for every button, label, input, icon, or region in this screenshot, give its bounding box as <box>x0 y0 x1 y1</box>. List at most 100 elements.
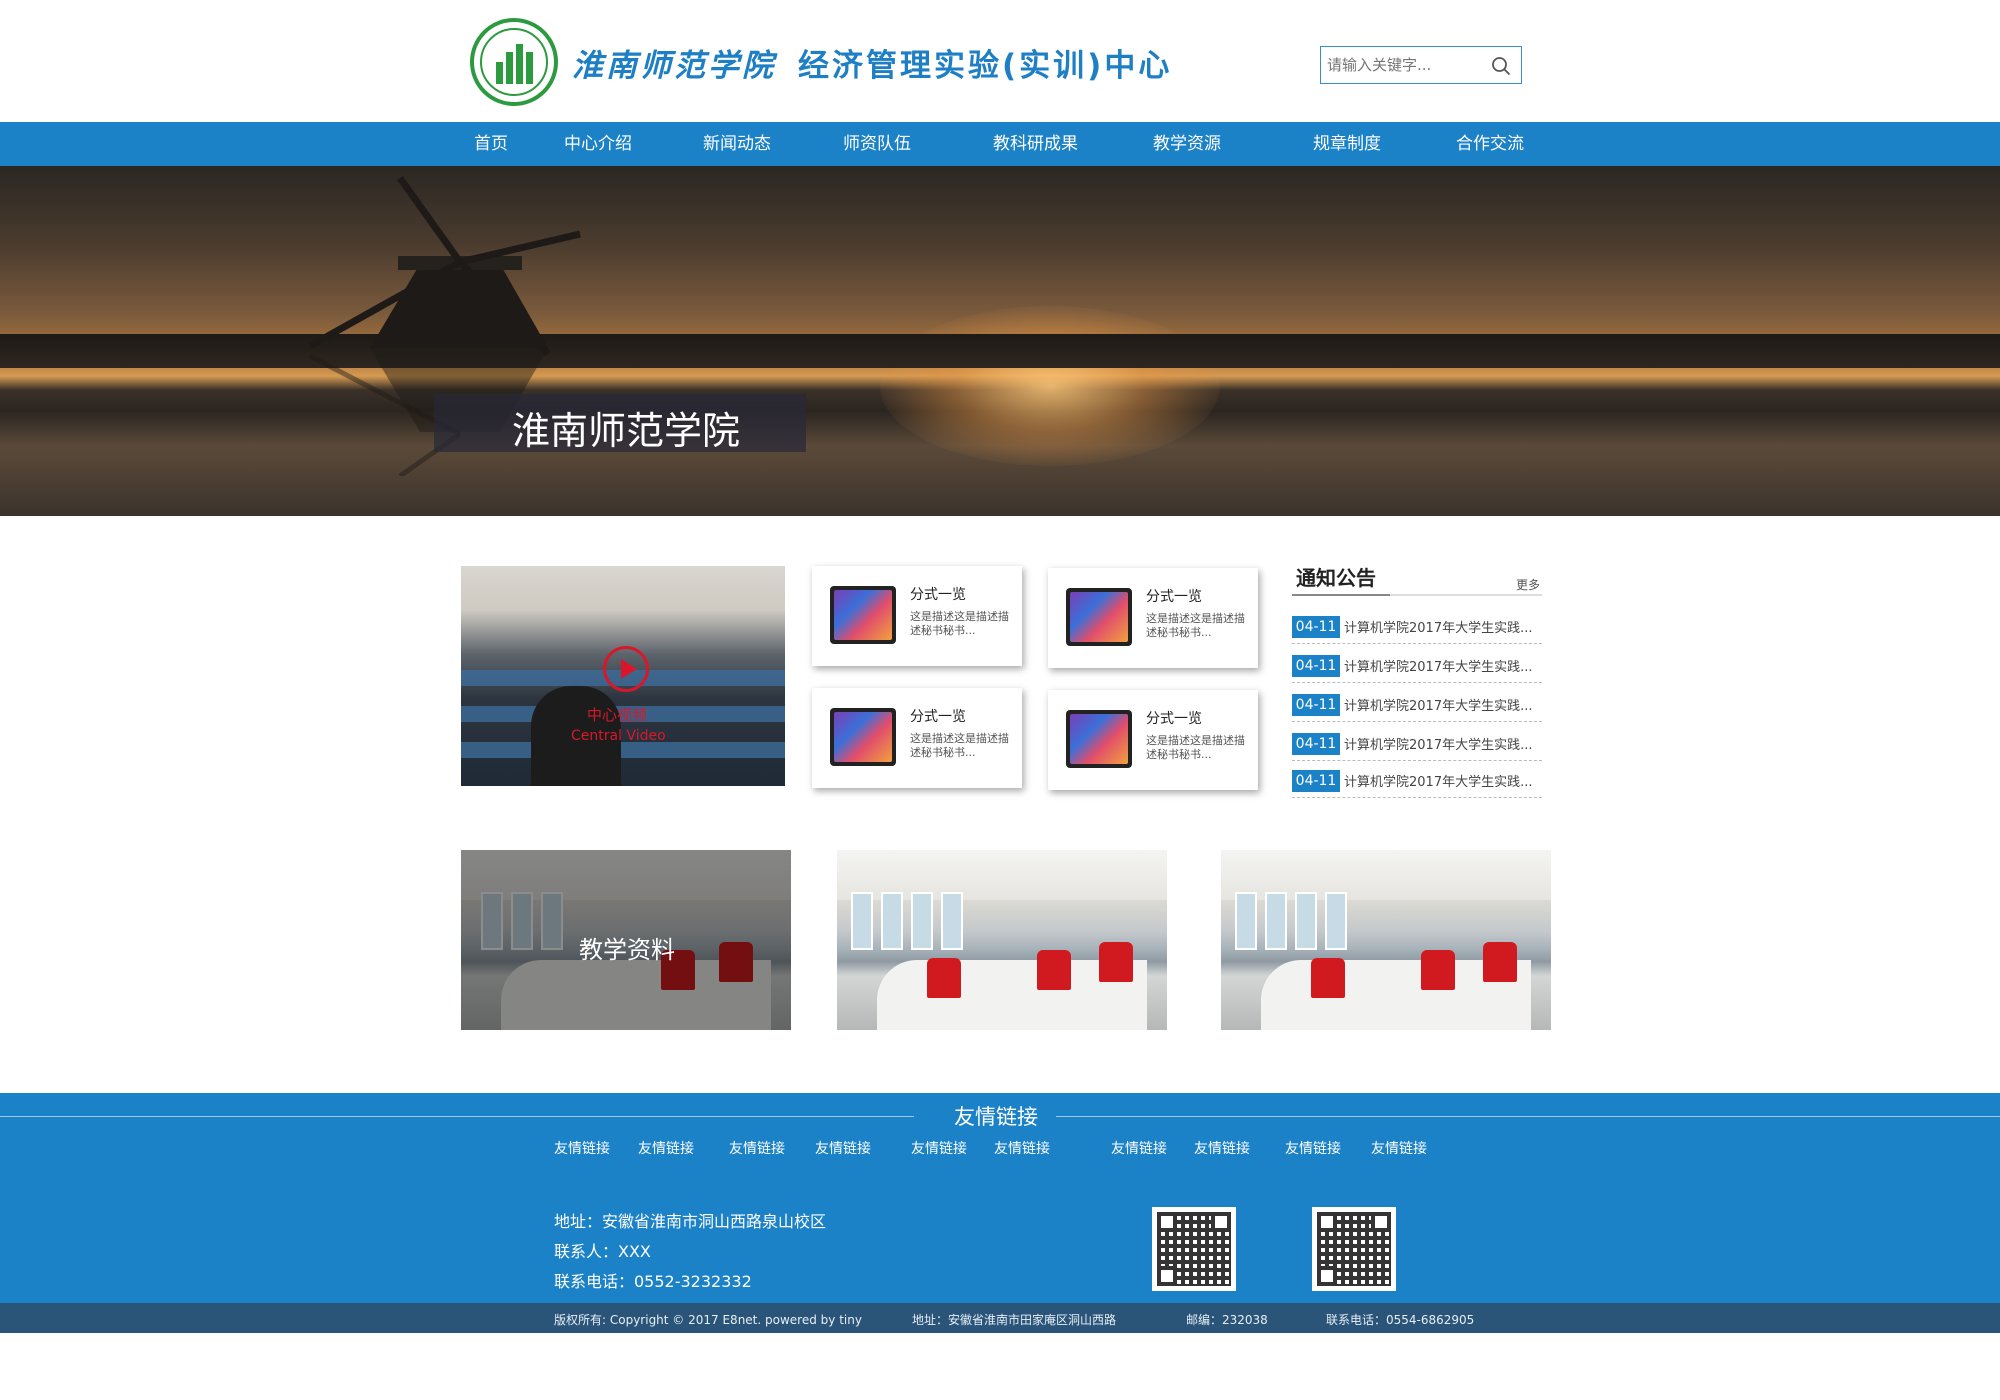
copyright-address: 地址：安徽省淮南市田家庵区洞山西路 <box>912 1313 1117 1327</box>
notice-date: 04-11 <box>1292 655 1340 677</box>
tablet-icon <box>830 708 896 766</box>
footer-phone: 联系电话：0552-3232332 <box>554 1272 752 1291</box>
notice-text: 计算机学院2017年大学生实践... <box>1344 660 1533 675</box>
nav-item-about[interactable]: 中心介绍 <box>564 122 632 166</box>
video-title: 中心视频 <box>587 706 648 724</box>
hero-banner[interactable]: 淮南师范学院 <box>0 166 2000 516</box>
feature-card[interactable]: 分式一览 这是描述这是描述描述秘书秘书... <box>812 688 1022 788</box>
office-window <box>1295 892 1317 950</box>
gallery-item-teaching-materials[interactable]: 教学资料 <box>461 850 791 1030</box>
office-window <box>881 892 903 950</box>
card-desc: 这是描述这是描述描述秘书秘书... <box>910 610 1009 637</box>
tablet-icon <box>1066 588 1132 646</box>
copyright-phone: 联系电话：0554-6862905 <box>1326 1313 1475 1327</box>
office-window <box>851 892 873 950</box>
copyright-bar: 版权所有: Copyright © 2017 E8net. powered by… <box>0 1303 2000 1333</box>
notice-text: 计算机学院2017年大学生实践... <box>1344 775 1533 790</box>
friend-link[interactable]: 友情链接 <box>994 1138 1050 1158</box>
office-window <box>911 892 933 950</box>
notice-item[interactable]: 04-11 计算机学院2017年大学生实践... <box>1292 614 1542 644</box>
copyright-text: 版权所有: Copyright © 2017 E8net. powered by… <box>554 1313 862 1327</box>
notice-panel: 通知公告 更多 04-11 计算机学院2017年大学生实践... 04-11 计… <box>1292 562 1542 798</box>
center-name: 经济管理实验(实训)中心 <box>798 48 1173 84</box>
school-logo[interactable] <box>470 18 558 106</box>
qr-code-icon <box>1152 1207 1236 1291</box>
video-desk-row <box>461 742 785 758</box>
banner-caption: 淮南师范学院 <box>434 394 806 453</box>
notice-item[interactable]: 04-11 计算机学院2017年大学生实践... <box>1292 768 1542 798</box>
sunset-glow <box>880 306 1220 466</box>
friend-link[interactable]: 友情链接 <box>1371 1138 1427 1158</box>
header: 淮南师范学院 经济管理实验(实训)中心 <box>0 0 2000 122</box>
school-name: 淮南师范学院 <box>572 48 776 84</box>
site-title: 淮南师范学院 经济管理实验(实训)中心 <box>572 40 1172 85</box>
feature-card[interactable]: 分式一览 这是描述这是描述描述秘书秘书... <box>812 566 1022 666</box>
office-chair <box>1421 950 1455 990</box>
footer-address: 地址：安徽省淮南市洞山西路泉山校区 <box>554 1212 827 1231</box>
card-desc: 这是描述这是描述描述秘书秘书... <box>1146 734 1245 761</box>
nav-item-research[interactable]: 教科研成果 <box>993 122 1078 166</box>
copyright-postcode: 邮编：232038 <box>1186 1313 1268 1327</box>
notice-item[interactable]: 04-11 计算机学院2017年大学生实践... <box>1292 653 1542 683</box>
notice-item[interactable]: 04-11 计算机学院2017年大学生实践... <box>1292 731 1542 761</box>
search-box <box>1320 46 1522 84</box>
notice-item[interactable]: 04-11 计算机学院2017年大学生实践... <box>1292 692 1542 722</box>
card-desc: 这是描述这是描述描述秘书秘书... <box>910 732 1009 759</box>
center-video[interactable]: 中心视频 Central Video <box>461 566 785 786</box>
qr-code-icon <box>1312 1207 1396 1291</box>
card-title: 分式一览 <box>910 587 966 603</box>
nav-item-news[interactable]: 新闻动态 <box>703 122 771 166</box>
office-window <box>1235 892 1257 950</box>
office-window <box>1265 892 1287 950</box>
nav-item-resources[interactable]: 教学资源 <box>1153 122 1221 166</box>
notice-text: 计算机学院2017年大学生实践... <box>1344 621 1533 636</box>
tablet-icon <box>830 586 896 644</box>
friend-link[interactable]: 友情链接 <box>638 1138 694 1158</box>
page: 淮南师范学院经济管理实验(实训)中心 首页 中心介绍 新闻动态 师资队伍 教科研… <box>0 0 2000 1400</box>
friend-link[interactable]: 友情链接 <box>1194 1138 1250 1158</box>
card-title: 分式一览 <box>910 709 966 725</box>
search-input[interactable] <box>1327 53 1487 77</box>
notice-date: 04-11 <box>1292 694 1340 716</box>
feature-card[interactable]: 分式一览 这是描述这是描述描述秘书秘书... <box>1048 568 1258 668</box>
card-title: 分式一览 <box>1146 711 1202 727</box>
footer-divider <box>1056 1116 2000 1117</box>
play-icon[interactable] <box>603 646 649 692</box>
banner-caption-text: 淮南师范学院 <box>512 409 741 453</box>
gallery-item[interactable] <box>1221 850 1551 1030</box>
friend-link[interactable]: 友情链接 <box>911 1138 967 1158</box>
nav-item-home[interactable]: 首页 <box>474 122 508 166</box>
notice-more-link[interactable]: 更多 <box>1516 576 1540 593</box>
friend-link[interactable]: 友情链接 <box>729 1138 785 1158</box>
notice-date: 04-11 <box>1292 733 1340 755</box>
friend-link[interactable]: 友情链接 <box>1111 1138 1167 1158</box>
office-chair <box>1099 942 1133 982</box>
nav-item-cooperation[interactable]: 合作交流 <box>1456 122 1524 166</box>
main-nav: 首页 中心介绍 新闻动态 师资队伍 教科研成果 教学资源 规章制度 合作交流 <box>0 122 2000 166</box>
nav-item-regulations[interactable]: 规章制度 <box>1313 122 1381 166</box>
tablet-icon <box>1066 710 1132 768</box>
nav-item-faculty[interactable]: 师资队伍 <box>843 122 911 166</box>
friend-link[interactable]: 友情链接 <box>1285 1138 1341 1158</box>
logo-emblem <box>480 28 548 96</box>
office-chair <box>1483 942 1517 982</box>
notice-divider-accent <box>1292 594 1390 596</box>
footer: 友情链接 友情链接 友情链接 友情链接 友情链接 友情链接 友情链接 友情链接 … <box>0 1093 2000 1303</box>
gallery-item[interactable] <box>837 850 1167 1030</box>
notice-text: 计算机学院2017年大学生实践... <box>1344 699 1533 714</box>
notice-date: 04-11 <box>1292 616 1340 638</box>
friend-link[interactable]: 友情链接 <box>554 1138 610 1158</box>
notice-title: 通知公告 <box>1296 566 1376 590</box>
card-title: 分式一览 <box>1146 589 1202 605</box>
office-window <box>941 892 963 950</box>
feature-card[interactable]: 分式一览 这是描述这是描述描述秘书秘书... <box>1048 690 1258 790</box>
office-chair <box>1311 958 1345 998</box>
notice-date: 04-11 <box>1292 770 1340 792</box>
footer-divider <box>0 1116 914 1117</box>
card-desc: 这是描述这是描述描述秘书秘书... <box>1146 612 1245 639</box>
friend-link[interactable]: 友情链接 <box>815 1138 871 1158</box>
search-icon[interactable] <box>1491 56 1511 76</box>
video-subtitle: Central Video <box>571 728 666 744</box>
office-chair <box>1037 950 1071 990</box>
gallery-label: 教学资料 <box>579 936 675 964</box>
